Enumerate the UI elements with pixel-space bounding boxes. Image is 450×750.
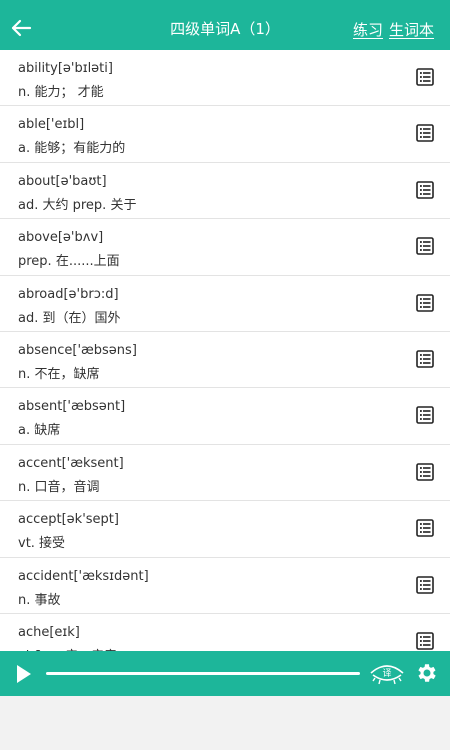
word-list-item[interactable]: accent['æksent] n. 口音，音调 (0, 444, 450, 502)
word-text: accept[ək'sept] (18, 512, 119, 528)
top-bar: 四级单词A（1） 练习 生词本 (0, 0, 450, 56)
word-meaning: n. 能力； 才能 (18, 85, 104, 100)
word-list-item[interactable]: about[ə'baʊt] ad. 大约 prep. 关于 (0, 162, 450, 220)
word-list-item[interactable]: above[ə'bʌv] prep. 在......上面 (0, 219, 450, 276)
word-meaning: prep. 在......上面 (18, 254, 120, 270)
word-list: ability[ə'bɪləti] n. 能力； 才能 able['eɪbl] a. … (0, 50, 450, 651)
word-detail-list-icon[interactable] (416, 124, 434, 143)
word-list-item[interactable]: ability[ə'bɪləti] n. 能力； 才能 (0, 50, 450, 107)
word-meaning: ad. 到（在）国外 (18, 310, 121, 326)
word-meaning: a. 能够；有能力的 (18, 141, 126, 157)
word-detail-list-icon[interactable] (416, 180, 434, 199)
word-meaning: n. 不在，缺席 (18, 366, 100, 382)
word-detail-list-icon[interactable] (416, 293, 434, 312)
word-detail-list-icon[interactable] (416, 350, 434, 368)
play-icon[interactable] (16, 664, 32, 684)
word-meaning: n. 事故 (18, 592, 61, 608)
word-text: about[ə'baʊt] (18, 173, 107, 189)
word-meaning: vt. 接受 (18, 536, 66, 552)
word-list-item[interactable]: able['eɪbl] a. 能够；有能力的 (0, 106, 450, 163)
word-list-item[interactable]: ache[eɪk]vi.& n. 疼，疼痛 (0, 613, 450, 651)
word-list-item[interactable]: absent['æbsənt] a. 缺席 (0, 388, 450, 445)
word-list-item[interactable]: accident['æksɪdənt] n. 事故 (0, 557, 450, 614)
word-text: accent['æksent] (18, 455, 124, 471)
word-meaning: a. 缺席 (18, 423, 61, 439)
word-list-item[interactable]: absence['æbsəns] n. 不在，缺席 (0, 331, 450, 389)
word-detail-list-icon[interactable] (416, 519, 434, 537)
word-detail-list-icon[interactable] (416, 237, 434, 255)
translate-label: 译 (382, 668, 391, 679)
audio-player-bar: 译 (0, 651, 450, 696)
word-text: accident['æksɪdənt] (18, 568, 149, 584)
word-detail-list-icon[interactable] (416, 575, 434, 594)
word-detail-list-icon[interactable] (416, 462, 434, 481)
translate-eye-icon[interactable]: 译 (369, 660, 405, 686)
word-detail-list-icon[interactable] (416, 406, 434, 425)
vocabulary-book-link[interactable]: 生词本 (389, 19, 434, 40)
word-text: ability[ə'bɪləti] (18, 61, 113, 76)
playback-progress-slider[interactable] (46, 672, 360, 675)
gear-icon[interactable] (415, 661, 439, 685)
word-meaning: ad. 大约 prep. 关于 (18, 197, 137, 213)
word-text: absence['æbsəns] (18, 342, 137, 358)
word-detail-list-icon[interactable] (416, 68, 434, 86)
word-detail-list-icon[interactable] (416, 632, 434, 650)
word-meaning: n. 口音，音调 (18, 479, 100, 495)
word-text: able['eɪbl] (18, 117, 85, 133)
word-text: abroad[ə'brɔ:d] (18, 286, 119, 302)
word-list-item[interactable]: abroad[ə'brɔ:d] ad. 到（在）国外 (0, 275, 450, 332)
word-text: absent['æbsənt] (18, 399, 126, 415)
word-text: ache[eɪk] (18, 624, 80, 640)
word-text: above[ə'bʌv] (18, 230, 104, 246)
practice-link[interactable]: 练习 (353, 19, 383, 40)
word-list-item[interactable]: accept[ək'sept] vt. 接受 (0, 501, 450, 558)
